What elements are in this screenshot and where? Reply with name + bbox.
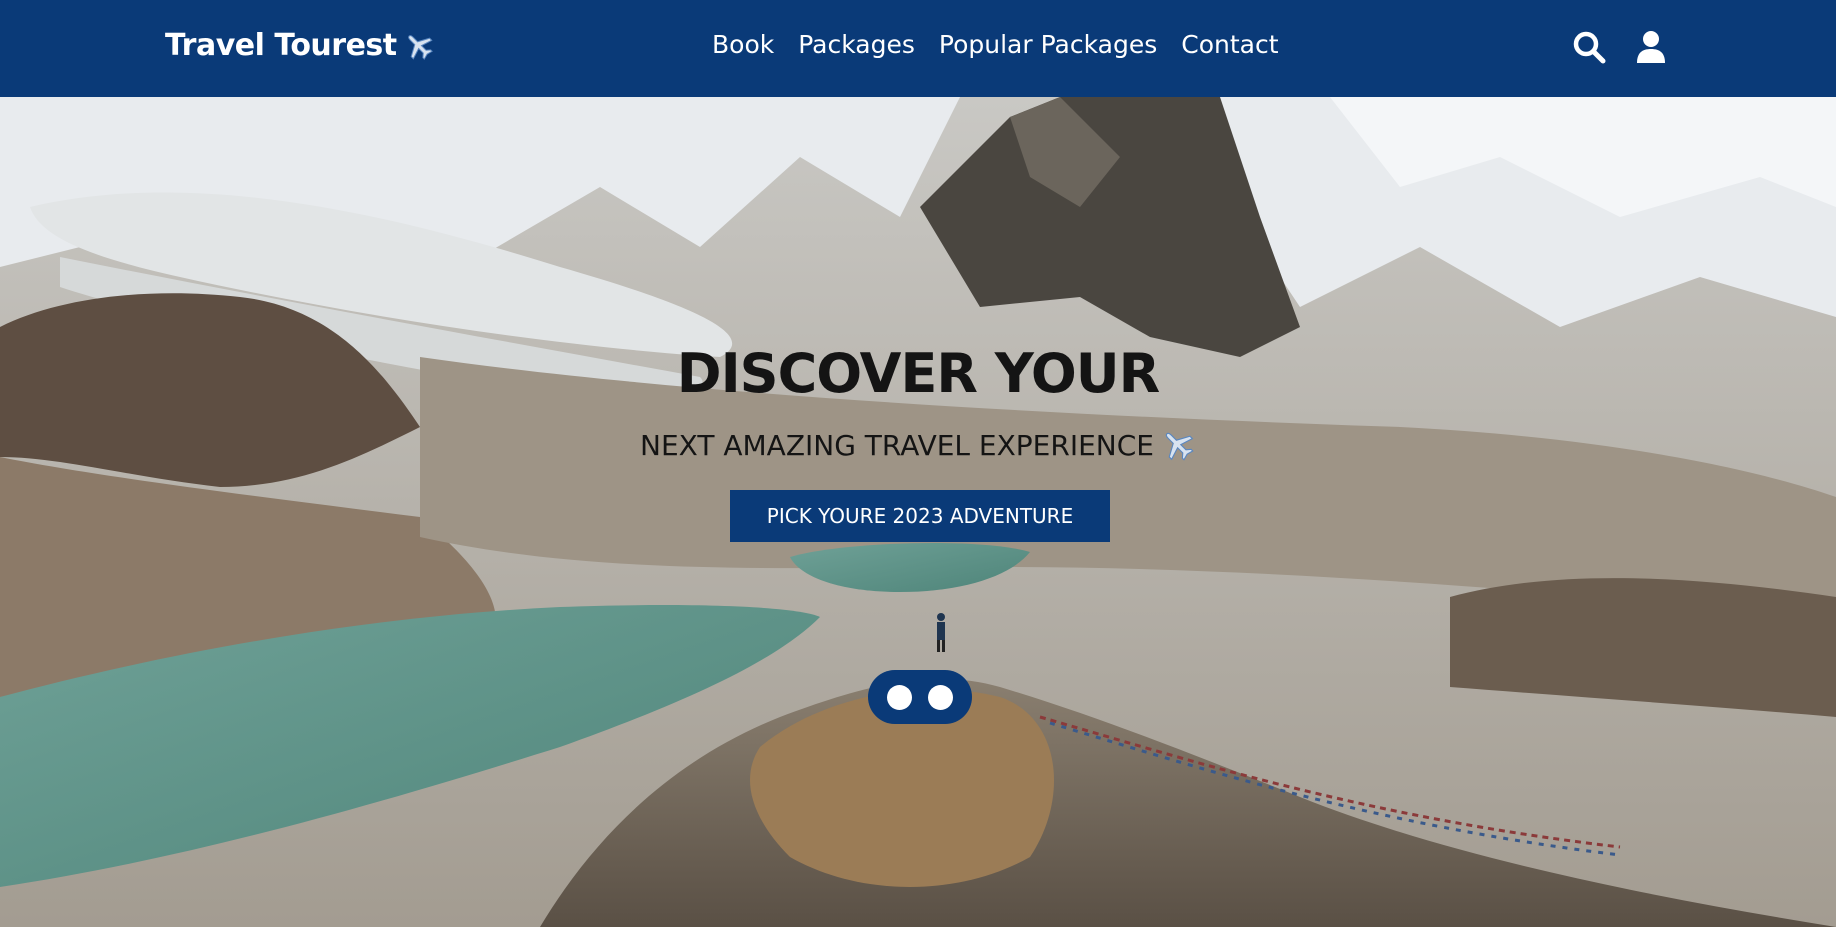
nav-link-contact[interactable]: Contact [1181, 30, 1278, 59]
main-nav: Book Packages Popular Packages Contact [712, 30, 1279, 59]
nav-link-popular-packages[interactable]: Popular Packages [939, 30, 1157, 59]
hero-subtitle-text: NEXT AMAZING TRAVEL EXPERIENCE [640, 428, 1154, 462]
header-icons [1572, 30, 1668, 64]
user-icon[interactable] [1634, 30, 1668, 64]
airplane-icon [407, 34, 433, 60]
nav-link-book[interactable]: Book [712, 30, 774, 59]
logo-text: Travel Tourest [165, 28, 397, 63]
site-header: Travel Tourest Book Packages Popular Pac… [0, 0, 1836, 97]
search-icon[interactable] [1572, 30, 1606, 64]
airplane-icon [1165, 432, 1194, 461]
nav-link-packages[interactable]: Packages [798, 30, 915, 59]
slider-dot-1[interactable] [887, 684, 912, 710]
slider-dot-2[interactable] [928, 684, 953, 710]
slider-pagination [868, 670, 972, 724]
hero-subtitle: NEXT AMAZING TRAVEL EXPERIENCE [0, 427, 1836, 463]
hero-title: DISCOVER YOUR [676, 342, 1160, 405]
pick-adventure-button[interactable]: PICK YOURE 2023 ADVENTURE [730, 490, 1110, 542]
site-logo[interactable]: Travel Tourest [165, 28, 435, 63]
hero-section: DISCOVER YOUR NEXT AMAZING TRAVEL EXPERI… [0, 97, 1836, 927]
